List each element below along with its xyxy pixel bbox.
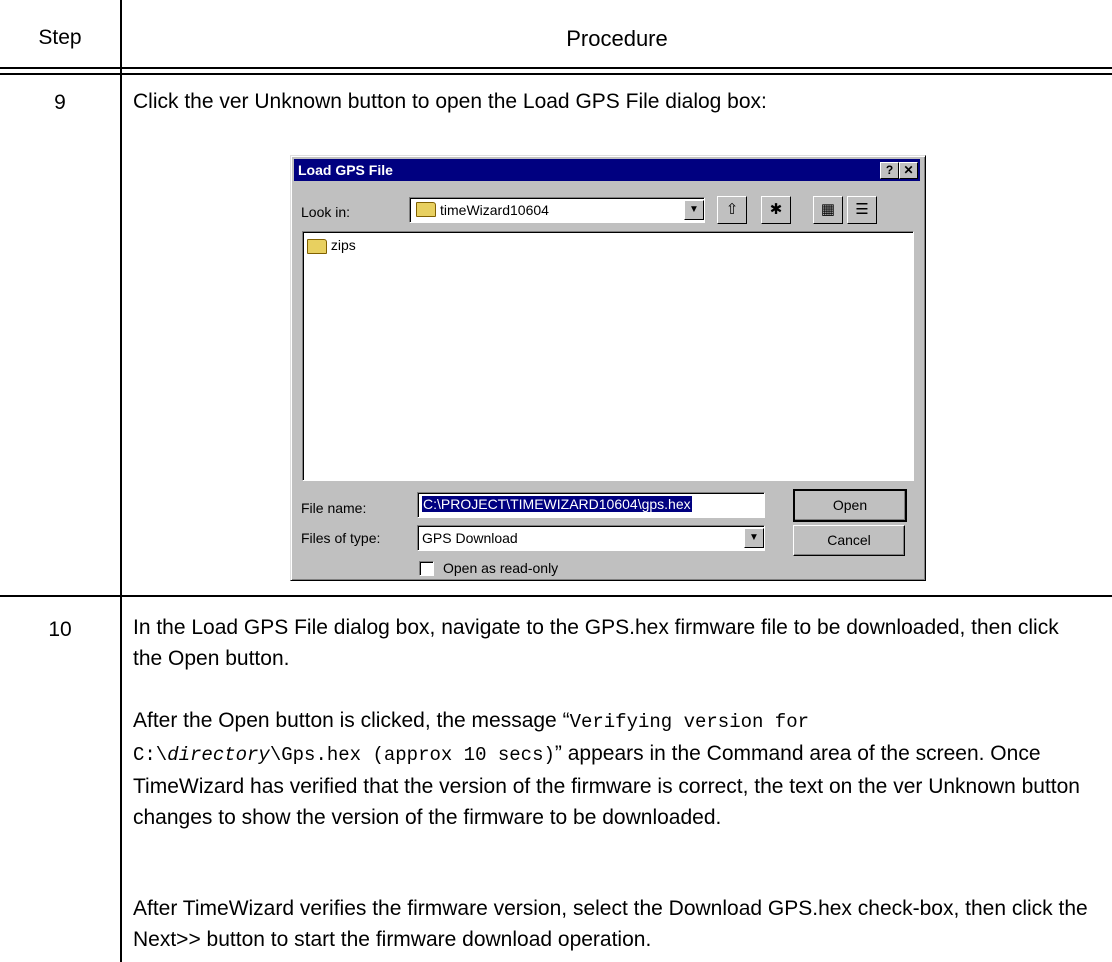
- file-item-label: zips: [330, 237, 356, 253]
- step-10-paragraph-3: After TimeWizard verifies the firmware v…: [133, 897, 1088, 951]
- files-of-type-label: Files of type:: [301, 530, 381, 546]
- p2-before: After the Open button is clicked, the me…: [133, 709, 563, 732]
- file-name-field[interactable]: C:\PROJECT\TIMEWIZARD10604\gps.hex: [417, 492, 765, 518]
- close-button[interactable]: ✕: [899, 162, 918, 179]
- list-item[interactable]: zips: [307, 237, 356, 254]
- step-10-paragraph-1: In the Load GPS File dialog box, navigat…: [133, 616, 1059, 670]
- step-10-paragraph-2: After the Open button is clicked, the me…: [133, 705, 1093, 833]
- row-rule: [0, 595, 1112, 597]
- file-name-value: C:\PROJECT\TIMEWIZARD10604\gps.hex: [422, 496, 692, 512]
- header-procedure: Procedure: [566, 26, 668, 51]
- files-of-type-dropdown[interactable]: GPS Download ▼: [417, 525, 765, 551]
- header-rule-double: [0, 73, 1112, 75]
- step-9-text: Click the ver Unknown button to open the…: [133, 90, 767, 113]
- chevron-down-icon[interactable]: ▼: [684, 200, 704, 220]
- p2-open-quote: “: [562, 709, 570, 732]
- files-of-type-value: GPS Download: [422, 530, 518, 546]
- step-number-9: 9: [54, 91, 66, 114]
- message-line-1: Verifying version for: [569, 711, 810, 733]
- step-number-10: 10: [48, 618, 72, 641]
- help-button[interactable]: ?: [880, 162, 899, 179]
- open-button[interactable]: Open: [793, 489, 907, 522]
- p2-close-quote: ”: [554, 742, 562, 765]
- open-folder-icon: [416, 202, 436, 217]
- column-divider: [120, 0, 122, 962]
- look-in-value: timeWizard10604: [440, 202, 549, 218]
- load-gps-file-dialog: Load GPS File ? ✕ Look in: timeWizard106…: [290, 155, 926, 581]
- look-in-dropdown[interactable]: timeWizard10604 ▼: [409, 197, 705, 223]
- read-only-label[interactable]: Open as read-only: [443, 560, 558, 576]
- dialog-titlebar: Load GPS File ? ✕: [294, 159, 920, 181]
- list-view-icon[interactable]: ▦: [813, 196, 843, 224]
- look-in-label: Look in:: [301, 204, 351, 220]
- folder-icon: [307, 238, 327, 254]
- read-only-checkbox[interactable]: [419, 561, 434, 576]
- details-view-icon[interactable]: ☰: [847, 196, 877, 224]
- message-path-file: \Gps.hex (approx 10 secs): [269, 744, 555, 766]
- cancel-button[interactable]: Cancel: [793, 525, 905, 556]
- up-folder-icon[interactable]: ⇧: [717, 196, 747, 224]
- file-list[interactable]: zips: [302, 231, 914, 481]
- new-folder-icon[interactable]: ✱: [761, 196, 791, 224]
- message-path-directory: directory: [167, 744, 270, 766]
- header-step: Step: [38, 26, 82, 49]
- dialog-title: Load GPS File: [298, 162, 393, 178]
- header-rule: [0, 67, 1112, 69]
- chevron-down-icon[interactable]: ▼: [744, 528, 764, 548]
- file-name-label: File name:: [301, 500, 367, 516]
- message-path-drive: C:\: [133, 744, 168, 766]
